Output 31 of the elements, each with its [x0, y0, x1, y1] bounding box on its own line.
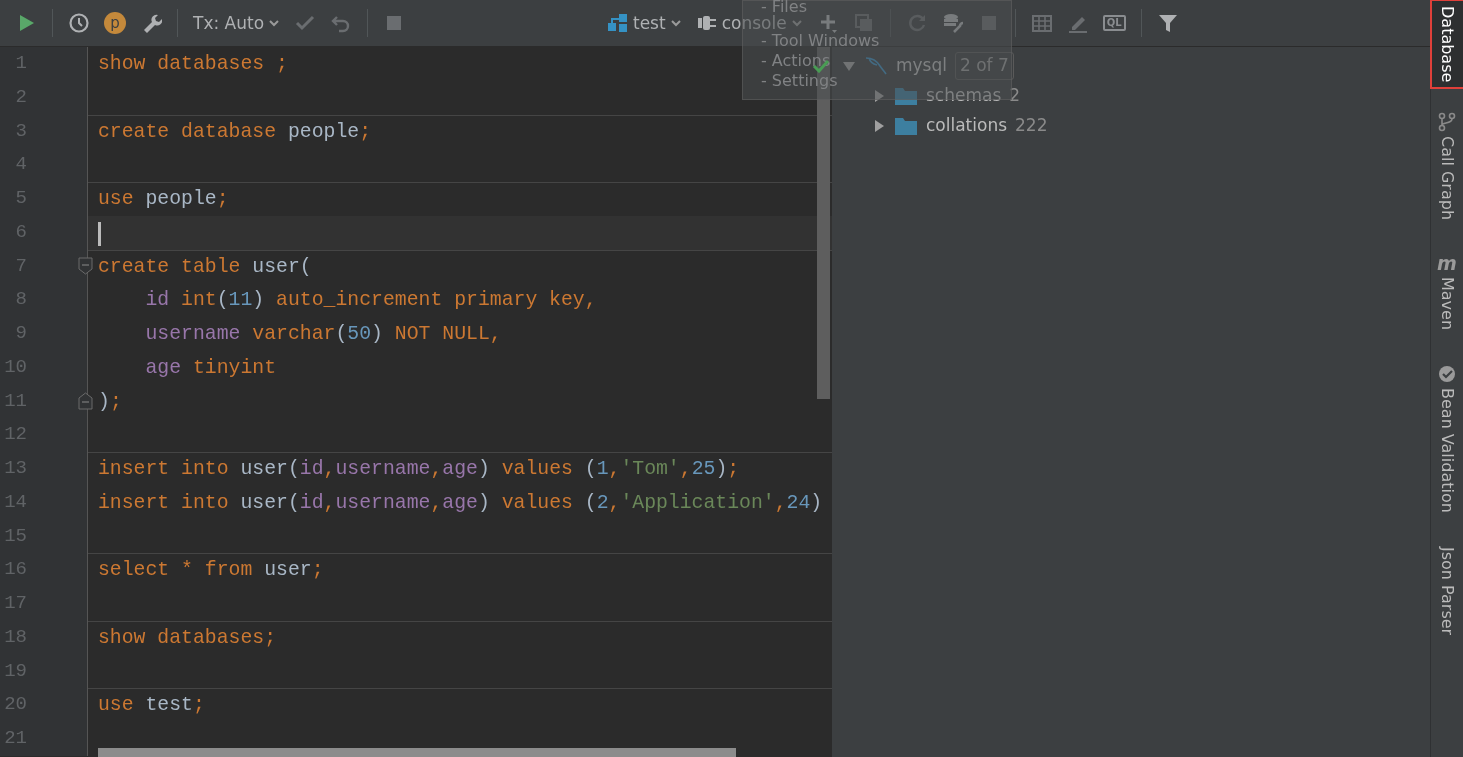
tool-window-tab[interactable]: Call Graph	[1430, 106, 1463, 227]
code-line: use test;	[98, 694, 205, 717]
code-line: id int(11) auto_increment primary key,	[144, 289, 597, 312]
schema-dropdown[interactable]: test	[600, 12, 689, 34]
tool-window-tab[interactable]: Database	[1430, 0, 1463, 89]
item-count: 222	[1015, 114, 1048, 138]
item-count: 2	[1009, 84, 1021, 108]
console-dropdown[interactable]: console	[688, 12, 810, 34]
popup-item[interactable]: - Settings	[761, 73, 838, 89]
code-line: show databases ;	[98, 53, 288, 75]
tree-item[interactable]: mysql	[896, 53, 947, 79]
code-line: use people;	[98, 188, 229, 210]
popup-item[interactable]: - Actions	[761, 53, 831, 69]
tool-window-tab[interactable]: m Maven	[1430, 248, 1463, 337]
code-line: create table user(	[98, 255, 312, 278]
code-line: username varchar(50) NOT NULL,	[144, 323, 502, 345]
code-line: insert into user(id,username,age) values (1,'Tom',25);	[98, 458, 740, 480]
popup-item[interactable]: - Files	[761, 0, 807, 15]
code-line: age tinyint	[144, 356, 277, 379]
code-line: show databases;	[98, 626, 277, 649]
code-line: insert into user(id,username,age) values (2,'Application',24)	[98, 491, 823, 514]
tool-window-tab[interactable]: Bean Validation	[1430, 358, 1463, 520]
popup-item[interactable]: - Tool Windows	[761, 33, 880, 49]
tree-item[interactable]: schemas	[926, 83, 1002, 109]
tool-window-tab[interactable]: Json Parser	[1430, 541, 1463, 642]
tree-item[interactable]: collations	[926, 113, 1008, 139]
code-line: select * from user;	[98, 559, 324, 582]
code-line: );	[98, 390, 122, 413]
transaction-dropdown[interactable]: Tx: Auto	[186, 12, 288, 34]
code-line: create database people;	[98, 120, 372, 143]
maven-icon: m	[1437, 254, 1457, 274]
